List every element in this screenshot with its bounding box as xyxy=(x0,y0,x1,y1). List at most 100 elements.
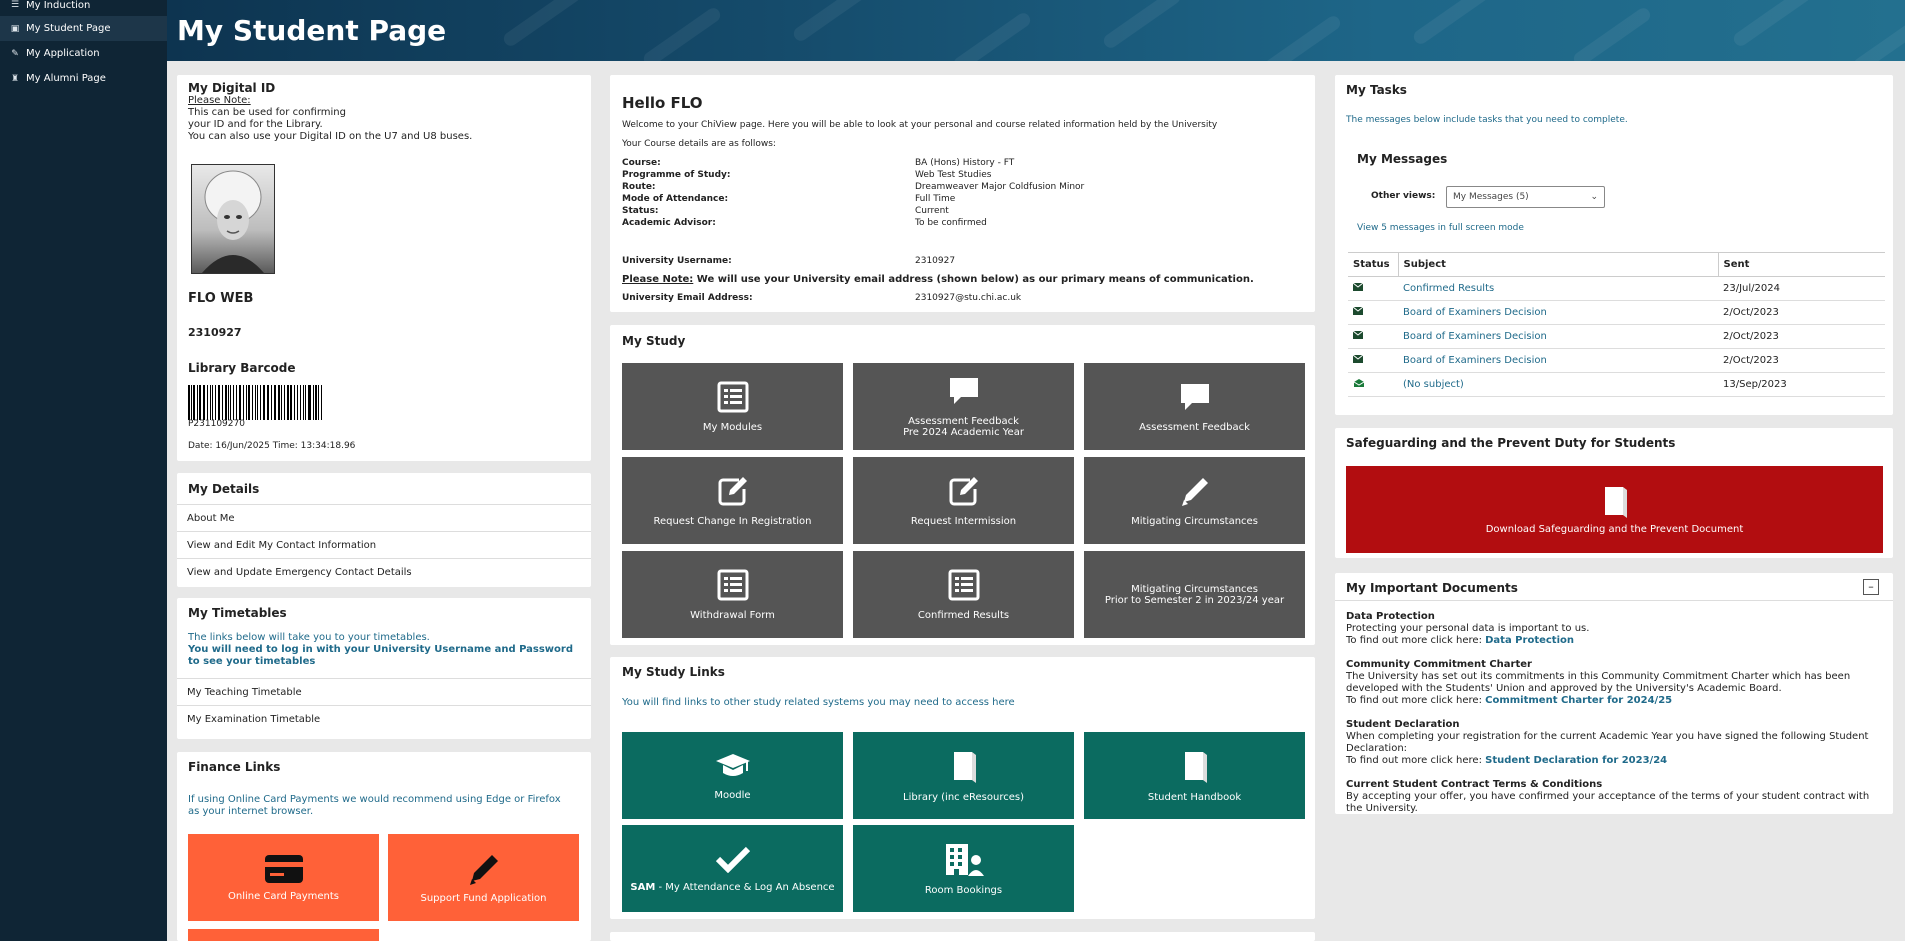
tasks-note: The messages below include tasks that yo… xyxy=(1346,115,1628,125)
link-teaching-timetable[interactable]: My Teaching Timetable xyxy=(177,678,591,705)
page-banner: My Student Page xyxy=(167,0,1905,61)
sidebar-item-label: My Application xyxy=(26,48,100,59)
message-row[interactable]: (No subject) 13/Sep/2023 xyxy=(1348,372,1885,397)
document-block: Current Student Contract Terms & Conditi… xyxy=(1346,779,1876,814)
message-subject-link[interactable]: (No subject) xyxy=(1403,379,1464,390)
sidebar-item-induction[interactable]: ☰ My Induction xyxy=(0,0,167,16)
envelope-icon xyxy=(1352,354,1364,366)
generated-datetime: Date: 16/Jun/2025 Time: 13:34:18.96 xyxy=(188,441,356,451)
study-link-tile[interactable]: Moodle xyxy=(622,732,843,819)
documents-panel: My Important Documents – Data Protection… xyxy=(1335,573,1893,814)
document-link[interactable]: Data Protection xyxy=(1485,635,1574,646)
tile-label-prefix: SAM xyxy=(630,881,656,893)
message-row[interactable]: Board of Examiners Decision 2/Oct/2023 xyxy=(1348,324,1885,349)
document-heading: Student Declaration xyxy=(1346,719,1460,730)
study-tile[interactable]: Confirmed Results xyxy=(853,551,1074,638)
barcode-label: Library Barcode xyxy=(188,361,296,375)
link-about-me[interactable]: About Me xyxy=(177,504,591,531)
message-row[interactable]: Board of Examiners Decision 2/Oct/2023 xyxy=(1348,300,1885,325)
detail-label: Route: xyxy=(622,182,656,192)
study-links-note: You will find links to other study relat… xyxy=(622,697,1015,708)
credit-card-icon xyxy=(264,855,303,883)
document-text: Protecting your personal data is importa… xyxy=(1346,623,1590,634)
link-contact-information[interactable]: View and Edit My Contact Information xyxy=(177,531,591,558)
message-view-select[interactable]: My Messages (5) ⌄ xyxy=(1446,186,1605,208)
tile-sublabel: Prior to Semester 2 in 2023/24 year xyxy=(1104,594,1285,606)
detail-value: Dreamweaver Major Coldfusion Minor xyxy=(915,182,1085,192)
study-link-tile[interactable]: Library (inc eResources) xyxy=(853,732,1074,819)
tile-label: Support Fund Application xyxy=(420,893,547,904)
study-tile[interactable]: Request Intermission xyxy=(853,457,1074,544)
document-link-prefix: To find out more click here: xyxy=(1346,755,1482,766)
study-tile[interactable]: Request Change In Registration xyxy=(622,457,843,544)
tile-label: Mitigating Circumstances xyxy=(1131,515,1258,527)
download-safeguarding-tile[interactable]: Download Safeguarding and the Prevent Do… xyxy=(1346,466,1883,553)
document-text: When completing your registration for th… xyxy=(1346,731,1869,754)
document-block: Data Protection Protecting your personal … xyxy=(1346,611,1876,647)
finance-tile-partial[interactable] xyxy=(188,929,379,941)
document-link-prefix: To find out more click here: xyxy=(1346,635,1482,646)
note-text: your ID and for the Library. xyxy=(188,119,323,130)
envelope-icon xyxy=(1352,306,1364,318)
tasks-panel: My Tasks The messages below include task… xyxy=(1335,75,1893,415)
sidebar-item-application[interactable]: ✎ My Application xyxy=(0,41,167,66)
tile-label: Student Handbook xyxy=(1147,791,1242,803)
messages-title: My Messages xyxy=(1357,152,1448,166)
email-row: University Email Address: 2310927@stu.chi… xyxy=(622,292,1021,304)
col-status: Status xyxy=(1348,252,1398,277)
document-link[interactable]: Commitment Charter for 2024/25 xyxy=(1485,695,1672,706)
sidebar-item-alumni[interactable]: ♜ My Alumni Page xyxy=(0,66,167,91)
message-row[interactable]: Confirmed Results 23/Jul/2024 xyxy=(1348,276,1885,301)
study-tile[interactable]: Withdrawal Form xyxy=(622,551,843,638)
sidebar: ☰ My Induction ▣ My Student Page ✎ My Appli… xyxy=(0,0,167,941)
other-views-label: Other views: xyxy=(1371,191,1436,201)
hello-panel: Hello FLO Welcome to your ChiView page. … xyxy=(610,75,1315,312)
collapse-button[interactable]: – xyxy=(1863,579,1879,595)
timetables-login-note: You will need to log in with your Univer… xyxy=(188,644,573,667)
detail-label: Academic Advisor: xyxy=(622,218,716,228)
panel-title: My Digital ID xyxy=(188,81,276,95)
study-links-panel: My Study Links You will find links to ot… xyxy=(610,657,1315,919)
link-examination-timetable[interactable]: My Examination Timetable xyxy=(177,705,591,732)
message-row[interactable]: Board of Examiners Decision 2/Oct/2023 xyxy=(1348,348,1885,373)
message-subject-link[interactable]: Board of Examiners Decision xyxy=(1403,331,1547,342)
message-subject-link[interactable]: Confirmed Results xyxy=(1403,283,1494,294)
online-card-payments-tile[interactable]: Online Card Payments xyxy=(188,834,379,921)
link-emergency-contact[interactable]: View and Update Emergency Contact Detail… xyxy=(177,558,591,585)
study-tile[interactable]: Assessment Feedback Pre 2024 Academic Yea… xyxy=(853,363,1074,450)
study-link-tile[interactable]: SAM - My Attendance & Log An Absence xyxy=(622,825,843,912)
message-sent-date: 2/Oct/2023 xyxy=(1718,348,1885,373)
message-subject-link[interactable]: Board of Examiners Decision xyxy=(1403,355,1547,366)
sidebar-item-student-page[interactable]: ▣ My Student Page xyxy=(0,16,167,41)
document-link[interactable]: Student Declaration for 2023/24 xyxy=(1485,755,1667,766)
tile-label: Confirmed Results xyxy=(917,609,1010,621)
note-label: Please Note: xyxy=(188,95,251,106)
col-sent: Sent xyxy=(1717,252,1885,277)
support-fund-tile[interactable]: Support Fund Application xyxy=(388,834,579,921)
email-value: 2310927@stu.chi.ac.uk xyxy=(915,293,1022,303)
finance-panel: Finance Links If using Online Card Payme… xyxy=(177,752,591,941)
comment-icon xyxy=(1178,381,1212,422)
study-tile[interactable]: Mitigating Circumstances Prior to Semeste… xyxy=(1084,551,1305,638)
panel-partial xyxy=(610,932,1315,941)
envelope-open-icon xyxy=(1353,379,1365,391)
study-tile[interactable]: My Modules xyxy=(622,363,843,450)
greeting: Hello FLO xyxy=(622,94,703,112)
panel-title: My Study xyxy=(622,334,686,348)
tile-label: Moodle xyxy=(714,789,751,801)
detail-label: University Username: xyxy=(622,256,732,266)
study-tile[interactable]: Mitigating Circumstances xyxy=(1084,457,1305,544)
messages-table: Status Subject Sent Confirmed Results 23/… xyxy=(1348,252,1885,397)
fullscreen-link[interactable]: View 5 messages in full screen mode xyxy=(1357,223,1524,233)
note-text: We will use your University email addres… xyxy=(696,274,1254,285)
check-icon xyxy=(715,845,750,882)
book-icon xyxy=(1181,749,1209,792)
study-link-tile[interactable]: Room Bookings xyxy=(853,825,1074,912)
message-subject-link[interactable]: Board of Examiners Decision xyxy=(1403,307,1547,318)
tile-label: - My Attendance & Log An Absence xyxy=(655,881,835,893)
pencil-icon xyxy=(1179,475,1211,516)
list-icon xyxy=(717,569,749,610)
study-tile[interactable]: Assessment Feedback xyxy=(1084,363,1305,450)
username-value: 2310927 xyxy=(915,256,956,266)
study-link-tile[interactable]: Student Handbook xyxy=(1084,732,1305,819)
